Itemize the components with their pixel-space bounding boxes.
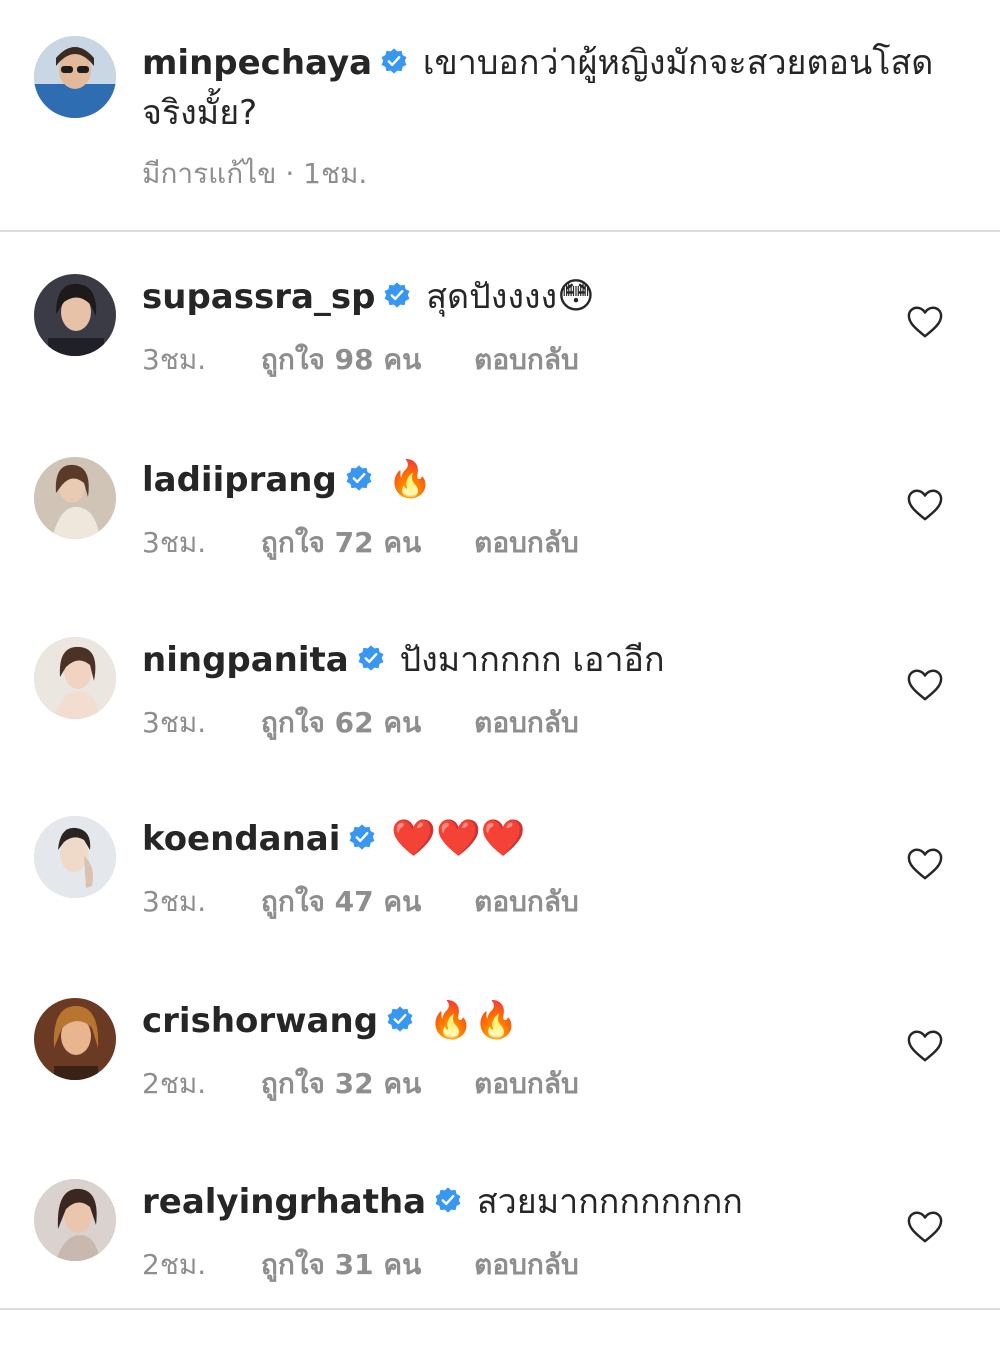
comment-text: ปังมากกกก เอาอีก	[399, 640, 665, 680]
comment-time[interactable]: 3ชม.	[142, 338, 252, 382]
verified-badge-icon	[349, 823, 375, 850]
comment-time[interactable]: 2ชม.	[142, 1062, 252, 1106]
verified-badge-icon	[387, 1005, 413, 1032]
comment-likes[interactable]: ถูกใจ 32 คน	[261, 1062, 421, 1106]
comment-item: ningpanita ปังมากกกก เอาอีก 3ชม. ถูกใจ 6…	[0, 635, 1000, 815]
comment-meta: 2ชม. ถูกใจ 32 คน ตอบกลับ	[142, 1062, 579, 1106]
caption-username[interactable]: minpechaya	[142, 43, 372, 83]
comment-meta: 3ชม. ถูกใจ 62 คน ตอบกลับ	[142, 701, 579, 745]
comment-time[interactable]: 3ชม.	[142, 880, 252, 924]
comment-line: ladiiprang 🔥	[142, 455, 432, 505]
comment-line: koendanai ❤️❤️❤️	[142, 814, 526, 864]
comment-text: สวยมากกกกกกกก	[476, 1182, 743, 1222]
divider	[0, 1308, 1000, 1310]
heart-outline-icon[interactable]	[906, 1209, 944, 1245]
comment-line: supassra_sp สุดปังงงง😳	[142, 272, 595, 322]
reply-button[interactable]: ตอบกลับ	[474, 338, 579, 382]
reply-button[interactable]: ตอบกลับ	[474, 1062, 579, 1106]
reply-button[interactable]: ตอบกลับ	[474, 521, 579, 565]
comment-line: crishorwang 🔥🔥	[142, 996, 519, 1046]
comment-likes[interactable]: ถูกใจ 31 คน	[261, 1243, 421, 1287]
comment-item: koendanai ❤️❤️❤️ 3ชม. ถูกใจ 47 คน ตอบกลั…	[0, 814, 1000, 994]
comment-time[interactable]: 2ชม.	[142, 1243, 252, 1287]
comment-text: สุดปังงงง	[426, 277, 558, 317]
comment-item: realyingrhatha สวยมากกกกกกกก 2ชม. ถูกใจ …	[0, 1177, 1000, 1357]
verified-badge-icon	[385, 281, 410, 308]
comment-line: realyingrhatha สวยมากกกกกกกก	[142, 1177, 743, 1227]
comment-emoji: 🔥	[387, 459, 433, 500]
verified-badge-icon	[381, 47, 407, 74]
avatar[interactable]	[34, 457, 116, 539]
comment-emoji: ❤️❤️❤️	[391, 818, 526, 859]
comment-username[interactable]: realyingrhatha	[142, 1182, 426, 1222]
heart-outline-icon[interactable]	[906, 667, 944, 703]
divider	[0, 230, 1000, 232]
heart-outline-icon[interactable]	[906, 1028, 944, 1064]
avatar[interactable]	[34, 274, 116, 356]
heart-outline-icon[interactable]	[906, 304, 944, 340]
comment-emoji: 🔥🔥	[428, 1000, 519, 1041]
avatar[interactable]	[34, 36, 116, 118]
meta-separator: ·	[285, 157, 295, 190]
edited-label: มีการแก้ไข	[142, 157, 277, 190]
heart-outline-icon[interactable]	[906, 487, 944, 523]
comment-meta: 3ชม. ถูกใจ 47 คน ตอบกลับ	[142, 880, 579, 924]
reply-button[interactable]: ตอบกลับ	[474, 880, 579, 924]
reply-button[interactable]: ตอบกลับ	[474, 701, 579, 745]
comment-likes[interactable]: ถูกใจ 98 คน	[261, 338, 421, 382]
comment-line: ningpanita ปังมากกกก เอาอีก	[142, 635, 665, 685]
comment-item: supassra_sp สุดปังงงง😳 3ชม. ถูกใจ 98 คน …	[0, 272, 1000, 452]
avatar[interactable]	[34, 1179, 116, 1261]
comment-time[interactable]: 3ชม.	[142, 521, 252, 565]
comment-username[interactable]: koendanai	[142, 819, 340, 859]
verified-badge-icon	[435, 1186, 461, 1213]
comment-username[interactable]: ladiiprang	[142, 460, 337, 500]
avatar[interactable]	[34, 998, 116, 1080]
heart-outline-icon[interactable]	[906, 846, 944, 882]
comment-meta: 2ชม. ถูกใจ 31 คน ตอบกลับ	[142, 1243, 579, 1287]
comment-meta: 3ชม. ถูกใจ 98 คน ตอบกลับ	[142, 338, 579, 382]
avatar[interactable]	[34, 816, 116, 898]
comment-likes[interactable]: ถูกใจ 62 คน	[261, 701, 421, 745]
post-caption: minpechaya เขาบอกว่าผู้หญิงมักจะสวยตอนโส…	[0, 0, 1000, 230]
comment-meta: 3ชม. ถูกใจ 72 คน ตอบกลับ	[142, 521, 579, 565]
avatar[interactable]	[34, 637, 116, 719]
comment-likes[interactable]: ถูกใจ 72 คน	[261, 521, 421, 565]
caption-time[interactable]: 1ชม.	[303, 157, 367, 190]
comment-emoji: 😳	[557, 276, 595, 317]
comment-username[interactable]: supassra_sp	[142, 277, 375, 317]
comment-time[interactable]: 3ชม.	[142, 701, 252, 745]
comment-item: ladiiprang 🔥 3ชม. ถูกใจ 72 คน ตอบกลับ	[0, 455, 1000, 635]
verified-badge-icon	[346, 464, 372, 491]
caption-text: minpechaya เขาบอกว่าผู้หญิงมักจะสวยตอนโส…	[142, 38, 962, 138]
comment-likes[interactable]: ถูกใจ 47 คน	[261, 880, 421, 924]
comment-item: crishorwang 🔥🔥 2ชม. ถูกใจ 32 คน ตอบกลับ	[0, 996, 1000, 1176]
verified-badge-icon	[358, 644, 384, 671]
caption-meta: มีการแก้ไข · 1ชม.	[142, 152, 367, 196]
comment-username[interactable]: ningpanita	[142, 640, 349, 680]
comment-username[interactable]: crishorwang	[142, 1001, 378, 1041]
reply-button[interactable]: ตอบกลับ	[474, 1243, 579, 1287]
